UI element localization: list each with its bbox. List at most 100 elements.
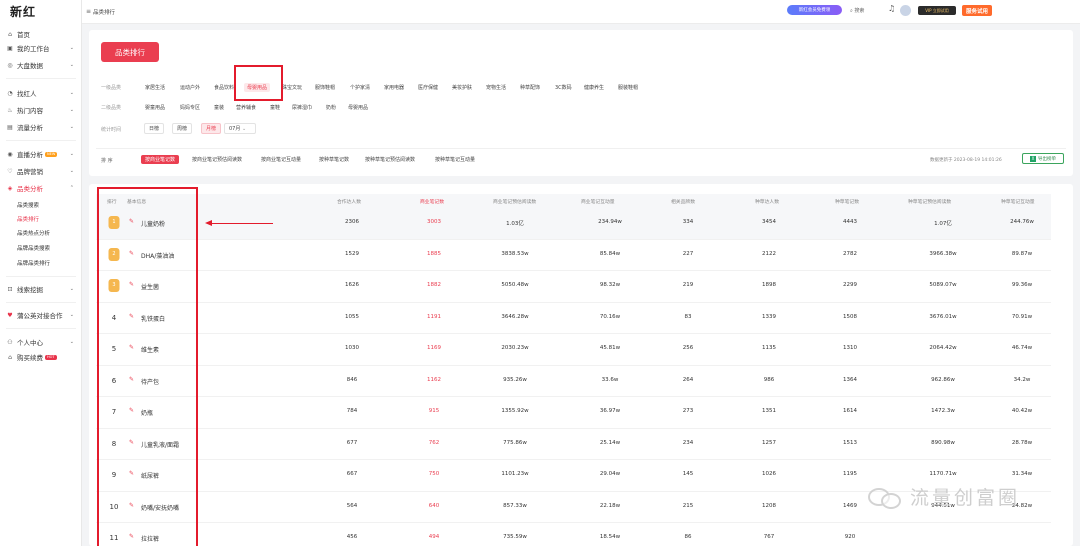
sort-option[interactable]: 按商业笔记预估阅读数 bbox=[192, 156, 242, 163]
column-header[interactable]: 种草笔记互动量 bbox=[1001, 198, 1035, 205]
chart-icon: ▤ bbox=[7, 123, 13, 131]
trial-button[interactable]: 服务试用 bbox=[962, 5, 992, 16]
table-row[interactable] bbox=[96, 429, 1051, 460]
sidebar-item-label: 品类分析 bbox=[17, 185, 43, 193]
level2-option[interactable]: 母婴用品 bbox=[348, 104, 368, 111]
sidebar-item-clue[interactable]: ⊡ 线索挖掘 ⌄ bbox=[6, 283, 78, 295]
column-header[interactable]: 种草笔记预估阅读数 bbox=[908, 198, 951, 205]
table-row[interactable] bbox=[96, 397, 1051, 429]
fire-icon: ♨ bbox=[7, 106, 13, 114]
column-header[interactable]: 种草达人数 bbox=[755, 198, 779, 205]
table-cell: 456 bbox=[346, 534, 358, 540]
menu-icon[interactable]: ≡ bbox=[86, 8, 91, 15]
table-cell: 34.2w bbox=[1013, 376, 1031, 383]
app-logo[interactable]: 新红 bbox=[10, 3, 36, 20]
level1-option[interactable]: 3C数码 bbox=[555, 84, 572, 91]
sidebar-item-category[interactable]: ◈ 品类分析 ⌃ bbox=[6, 182, 78, 194]
sidebar-item-label: 大盘数据 bbox=[17, 62, 43, 70]
sidebar-item-brand[interactable]: ♡ 品牌营销 ⌄ bbox=[6, 165, 78, 177]
sub-item-brand-category-search[interactable]: 品牌品类搜索 bbox=[17, 244, 50, 252]
table-row[interactable] bbox=[96, 523, 1051, 546]
table-cell: 28.78w bbox=[1011, 439, 1033, 446]
table-cell: 1257 bbox=[762, 439, 776, 446]
vip-button[interactable]: VIP 立即试用 bbox=[918, 6, 956, 15]
column-header[interactable]: 种草笔记数 bbox=[835, 198, 859, 205]
level2-option[interactable]: 婴童用品 bbox=[145, 104, 165, 111]
level1-option[interactable]: 宠物生活 bbox=[486, 84, 506, 91]
table-cell: 3676.01w bbox=[929, 313, 957, 320]
level1-option[interactable]: 服装鞋帽 bbox=[618, 84, 638, 91]
column-header[interactable]: 商业笔记互动量 bbox=[581, 198, 615, 205]
table-cell: 25.14w bbox=[599, 439, 621, 446]
new-badge: NEW bbox=[45, 151, 58, 157]
table-cell: 920 bbox=[844, 534, 856, 540]
column-header[interactable]: 相关品牌数 bbox=[671, 198, 695, 205]
level2-option[interactable]: 童装 bbox=[214, 104, 224, 111]
table-row[interactable] bbox=[96, 240, 1051, 271]
table-cell: 846 bbox=[346, 376, 358, 383]
sidebar-item-hot-content[interactable]: ♨ 热门内容 ⌄ bbox=[6, 104, 78, 116]
table-row[interactable] bbox=[96, 334, 1051, 366]
sidebar-item-profile[interactable]: ⚇ 个人中心 ⌄ bbox=[6, 336, 78, 348]
filter-panel bbox=[89, 30, 1073, 176]
sort-option[interactable]: 按种草笔记数 bbox=[319, 156, 349, 163]
sidebar-item-live[interactable]: ◉ 直播分析 NEW ⌄ bbox=[6, 148, 78, 160]
table-cell: 1885 bbox=[427, 250, 441, 257]
table-cell: 22.18w bbox=[599, 502, 621, 509]
sort-option-selected[interactable]: 按商业笔记数 bbox=[141, 155, 180, 164]
level2-option[interactable]: 童鞋 bbox=[270, 104, 280, 111]
level2-option[interactable]: 尿裤湿巾 bbox=[292, 104, 312, 111]
column-header[interactable]: 合作达人数 bbox=[337, 198, 361, 205]
sub-item-category-hot[interactable]: 品类热点分析 bbox=[17, 229, 50, 237]
top-search[interactable]: ⌕ 搜索 bbox=[850, 7, 864, 14]
sort-option[interactable]: 按商业笔记互动量 bbox=[261, 156, 301, 163]
sidebar-item-cooperate[interactable]: ♥ 蒲公英对接合作 ⌄ bbox=[6, 309, 78, 321]
time-option-month[interactable]: 月榜 bbox=[201, 123, 222, 134]
table-row[interactable] bbox=[96, 271, 1051, 303]
sidebar-item-workbench[interactable]: ▣ 我的工作台 ⌄ bbox=[6, 42, 78, 54]
level1-option[interactable]: 健康养生 bbox=[584, 84, 604, 91]
month-select[interactable]: 07月 ⌄ bbox=[224, 123, 256, 134]
time-option-week[interactable]: 周榜 bbox=[172, 123, 193, 134]
time-option-day[interactable]: 日榜 bbox=[144, 123, 165, 134]
level1-option[interactable]: 个护家清 bbox=[350, 84, 370, 91]
column-header[interactable]: 商业笔记预估阅读数 bbox=[493, 198, 536, 205]
level1-option[interactable]: 家用电器 bbox=[384, 84, 404, 91]
level1-option[interactable]: 种草配饰 bbox=[520, 84, 540, 91]
promo-button[interactable]: 新红会员免费领 bbox=[787, 5, 842, 15]
level1-option[interactable]: 运动户外 bbox=[180, 84, 200, 91]
excel-icon: X bbox=[1030, 155, 1036, 162]
table-cell: 4443 bbox=[843, 219, 857, 225]
level1-option[interactable]: 家居生活 bbox=[145, 84, 165, 91]
sub-item-brand-category-rank[interactable]: 品牌品类排行 bbox=[17, 259, 50, 267]
level1-option[interactable]: 珠宝文玩 bbox=[282, 84, 302, 91]
sub-item-category-search[interactable]: 品类搜索 bbox=[17, 201, 39, 209]
table-row[interactable] bbox=[96, 366, 1051, 397]
table-cell: 31.34w bbox=[1011, 471, 1033, 477]
page-title[interactable]: 品类排行 bbox=[101, 42, 159, 62]
hot-badge: HOT bbox=[45, 354, 57, 360]
column-header-sorted[interactable]: 商业笔记数 bbox=[420, 198, 444, 205]
sidebar-item-label: 找红人 bbox=[17, 90, 37, 98]
bell-icon[interactable]: ♫ bbox=[888, 4, 895, 13]
level2-option[interactable]: 奶粉 bbox=[326, 104, 336, 111]
category-icon: ◈ bbox=[7, 184, 13, 192]
level1-option[interactable]: 美妆护肤 bbox=[452, 84, 472, 91]
level1-option[interactable]: 食品饮料 bbox=[214, 84, 234, 91]
sort-option[interactable]: 按种草笔记预估阅读数 bbox=[365, 156, 415, 163]
level2-option[interactable]: 营养辅食 bbox=[236, 104, 256, 111]
table-row[interactable] bbox=[96, 303, 1051, 334]
sidebar-item-find-influencer[interactable]: ◔ 找红人 ⌄ bbox=[6, 87, 78, 99]
avatar[interactable] bbox=[900, 5, 911, 16]
sidebar-item-purchase[interactable]: ⌂ 购买续费 HOT bbox=[6, 351, 78, 363]
sort-option[interactable]: 按种草笔记互动量 bbox=[435, 156, 475, 163]
sub-item-category-rank[interactable]: 品类排行 bbox=[17, 215, 39, 223]
table-cell: 1055 bbox=[345, 313, 359, 320]
level1-option[interactable]: 医疗保健 bbox=[418, 84, 438, 91]
export-button[interactable]: X 导出榜单 bbox=[1022, 153, 1064, 164]
sidebar-item-dashboard[interactable]: ◎ 大盘数据 ⌄ bbox=[6, 59, 78, 71]
sidebar-item-home[interactable]: ⌂ 首页 bbox=[6, 28, 78, 40]
sidebar-item-traffic[interactable]: ▤ 流量分析 ⌄ bbox=[6, 121, 78, 133]
level1-option[interactable]: 服饰鞋帽 bbox=[315, 84, 335, 91]
level2-option[interactable]: 妈妈专区 bbox=[180, 104, 200, 111]
